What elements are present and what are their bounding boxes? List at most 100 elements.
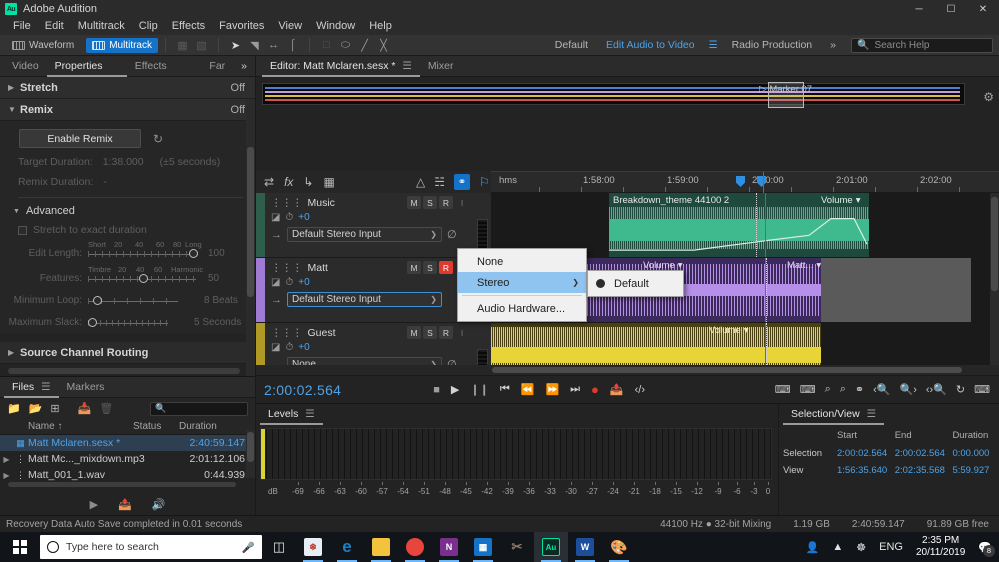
menu-clip[interactable]: Clip — [132, 18, 165, 35]
track-empty-region[interactable] — [821, 258, 971, 322]
taskbar-app-adobe-audition[interactable]: Au — [534, 532, 568, 562]
export-file-icon[interactable]: 📥 — [78, 402, 92, 415]
taskbar-app-file-explorer[interactable] — [364, 532, 398, 562]
selection-start[interactable]: 2:00:02.564 — [837, 445, 895, 462]
tab-video[interactable]: Video — [4, 56, 47, 77]
action-center-button[interactable]: 💬 8 — [978, 541, 992, 554]
show-hidden-icons-chevron-up-icon[interactable]: ▲ — [832, 541, 843, 553]
move-tool-icon[interactable]: ➤ — [227, 37, 244, 54]
files-column-duration[interactable]: Duration — [179, 421, 255, 432]
zoom-out-full-icon[interactable]: ⚭ — [855, 383, 864, 396]
snap-toggle-icon[interactable]: ⚭ — [454, 174, 470, 190]
razor-tool-icon[interactable]: ◥ — [246, 37, 263, 54]
context-menu-item-none[interactable]: None — [458, 251, 586, 272]
record-button[interactable]: ● — [591, 382, 599, 397]
multitrack-mode-button[interactable]: Multitrack — [86, 38, 158, 53]
menu-view[interactable]: View — [271, 18, 309, 35]
files-vertical-scrollbar[interactable] — [246, 430, 255, 478]
taskbar-app-chrome[interactable] — [398, 532, 432, 562]
tab-effects-rack[interactable]: Effects Rack — [127, 56, 202, 77]
context-menu-item-stereo[interactable]: Stereo ❯ — [458, 272, 586, 293]
taskbar-app-paint[interactable]: 🎨 — [602, 532, 636, 562]
stop-button[interactable]: ■ — [433, 384, 440, 396]
microphone-icon[interactable]: 🎤 — [242, 541, 255, 554]
volume-fader-icon[interactable]: ◪ — [271, 277, 280, 288]
new-file-icon[interactable]: ⊞ — [50, 402, 59, 415]
mute-button[interactable]: M — [407, 326, 421, 339]
spot-healing-brush-icon[interactable]: ╳ — [375, 37, 392, 54]
menu-edit[interactable]: Edit — [38, 18, 71, 35]
track-input-select[interactable]: None ❯ — [287, 357, 442, 365]
files-horizontal-scrollbar[interactable] — [8, 482, 236, 487]
menu-favorites[interactable]: Favorites — [212, 18, 271, 35]
pan-knob-icon[interactable]: ⏱ — [285, 277, 293, 288]
selection-duration[interactable]: 0:00.000 — [952, 445, 995, 462]
properties-horizontal-scrollbar[interactable] — [8, 368, 240, 374]
clip-name-tag-matt[interactable]: Matt... ▾ — [787, 260, 821, 271]
edit-length-knob[interactable] — [189, 249, 198, 258]
input-monitor-button[interactable]: I — [455, 326, 469, 339]
level-meter-display[interactable] — [260, 428, 772, 480]
taskbar-app-word[interactable]: W — [568, 532, 602, 562]
track-lane-guest[interactable]: Volume ▾ — [491, 323, 999, 365]
view-start[interactable]: 1:56:35.640 — [837, 462, 895, 479]
people-icon[interactable]: 👤 — [806, 541, 820, 554]
solo-button[interactable]: S — [423, 261, 437, 274]
pan-knob-icon[interactable]: ⏱ — [285, 212, 293, 223]
pan-knob-icon[interactable]: ⏱ — [285, 342, 293, 353]
files-panel-menu-icon[interactable]: ☰ — [41, 381, 50, 393]
phase-invert-icon[interactable]: ∅ — [447, 228, 457, 241]
menu-window[interactable]: Window — [309, 18, 362, 35]
levels-panel-menu-icon[interactable]: ☰ — [305, 408, 314, 420]
maximize-button[interactable]: ☐ — [935, 0, 967, 18]
taskbar-app-onenote[interactable]: N — [432, 532, 466, 562]
workspace-menu-icon[interactable]: ☰ — [705, 37, 722, 54]
track-gain-value[interactable]: +0 — [298, 212, 309, 223]
play-button[interactable]: ▶ — [451, 383, 459, 396]
volume-fader-icon[interactable]: ◪ — [271, 342, 280, 353]
zoom-out-amplitude-icon[interactable]: ⌕ — [840, 383, 846, 396]
track-input-select-active[interactable]: Default Stereo Input ❯ — [287, 292, 442, 307]
section-stretch[interactable]: ▶ Stretch Off — [0, 77, 255, 99]
close-button[interactable]: ✕ — [967, 0, 999, 18]
input-monitor-button[interactable]: I — [455, 196, 469, 209]
time-selection-tool-icon[interactable]: ⌠ — [284, 37, 301, 54]
zoom-in-all-icon[interactable]: ⌨ — [974, 383, 990, 396]
auto-play-icon[interactable]: 🔊 — [152, 498, 166, 511]
zoom-in-right-icon[interactable]: ‹›🔍 — [926, 383, 947, 396]
editor-panel-menu-icon[interactable]: ☰ — [402, 60, 411, 72]
features-knob[interactable] — [139, 274, 148, 283]
mix-input-icon[interactable]: ⇄ — [264, 175, 274, 189]
input-context-menu[interactable]: None Stereo ❯ Audio Hardware... — [457, 248, 587, 322]
metronome-icon[interactable]: △ — [416, 175, 425, 189]
reset-icon[interactable]: ↻ — [153, 132, 163, 146]
stereo-submenu[interactable]: Default — [587, 270, 684, 297]
solo-button[interactable]: S — [423, 326, 437, 339]
clip-volume-tag-music[interactable]: Volume ▾ — [821, 195, 860, 206]
loop-button[interactable]: 📤 — [610, 383, 624, 396]
record-arm-button[interactable]: R — [439, 196, 453, 209]
effects-icon[interactable]: fx — [284, 175, 293, 189]
pause-button[interactable]: ❙❙ — [470, 383, 488, 396]
rewind-button[interactable]: ⏪ — [521, 383, 535, 396]
selection-view-menu-icon[interactable]: ☰ — [867, 408, 876, 420]
context-menu-item-audio-hardware[interactable]: Audio Hardware... — [458, 298, 586, 319]
tab-favorites[interactable]: Far — [201, 56, 233, 77]
track-name[interactable]: Guest — [308, 327, 336, 339]
taskbar-app-snip[interactable]: ✂ — [500, 532, 534, 562]
volume-fader-icon[interactable]: ◪ — [271, 212, 280, 223]
zoom-in-amplitude-icon[interactable]: ⌕ — [825, 383, 831, 396]
stretch-exact-checkbox[interactable] — [18, 226, 27, 235]
file-row-mixdown[interactable]: ▶ ⋮ Matt Mc..._mixdown.mp3 2:01:12.106 — [0, 451, 255, 467]
taskbar-app-paint-3d[interactable]: ❄ — [296, 532, 330, 562]
tab-mixer[interactable]: Mixer — [420, 56, 462, 77]
tab-properties[interactable]: Properties ☰ — [47, 56, 127, 77]
solo-button[interactable]: S — [423, 196, 437, 209]
gear-icon[interactable]: ⚙ — [983, 90, 994, 104]
track-name[interactable]: Music — [308, 197, 335, 209]
tracks-horizontal-scrollbar[interactable] — [492, 367, 962, 373]
files-search-input[interactable]: 🔍 — [150, 402, 248, 416]
open-file-icon[interactable]: 📁 — [7, 402, 21, 415]
taskbar-search-box[interactable]: Type here to search 🎤 — [40, 535, 262, 559]
properties-vertical-scrollbar[interactable] — [246, 99, 255, 376]
